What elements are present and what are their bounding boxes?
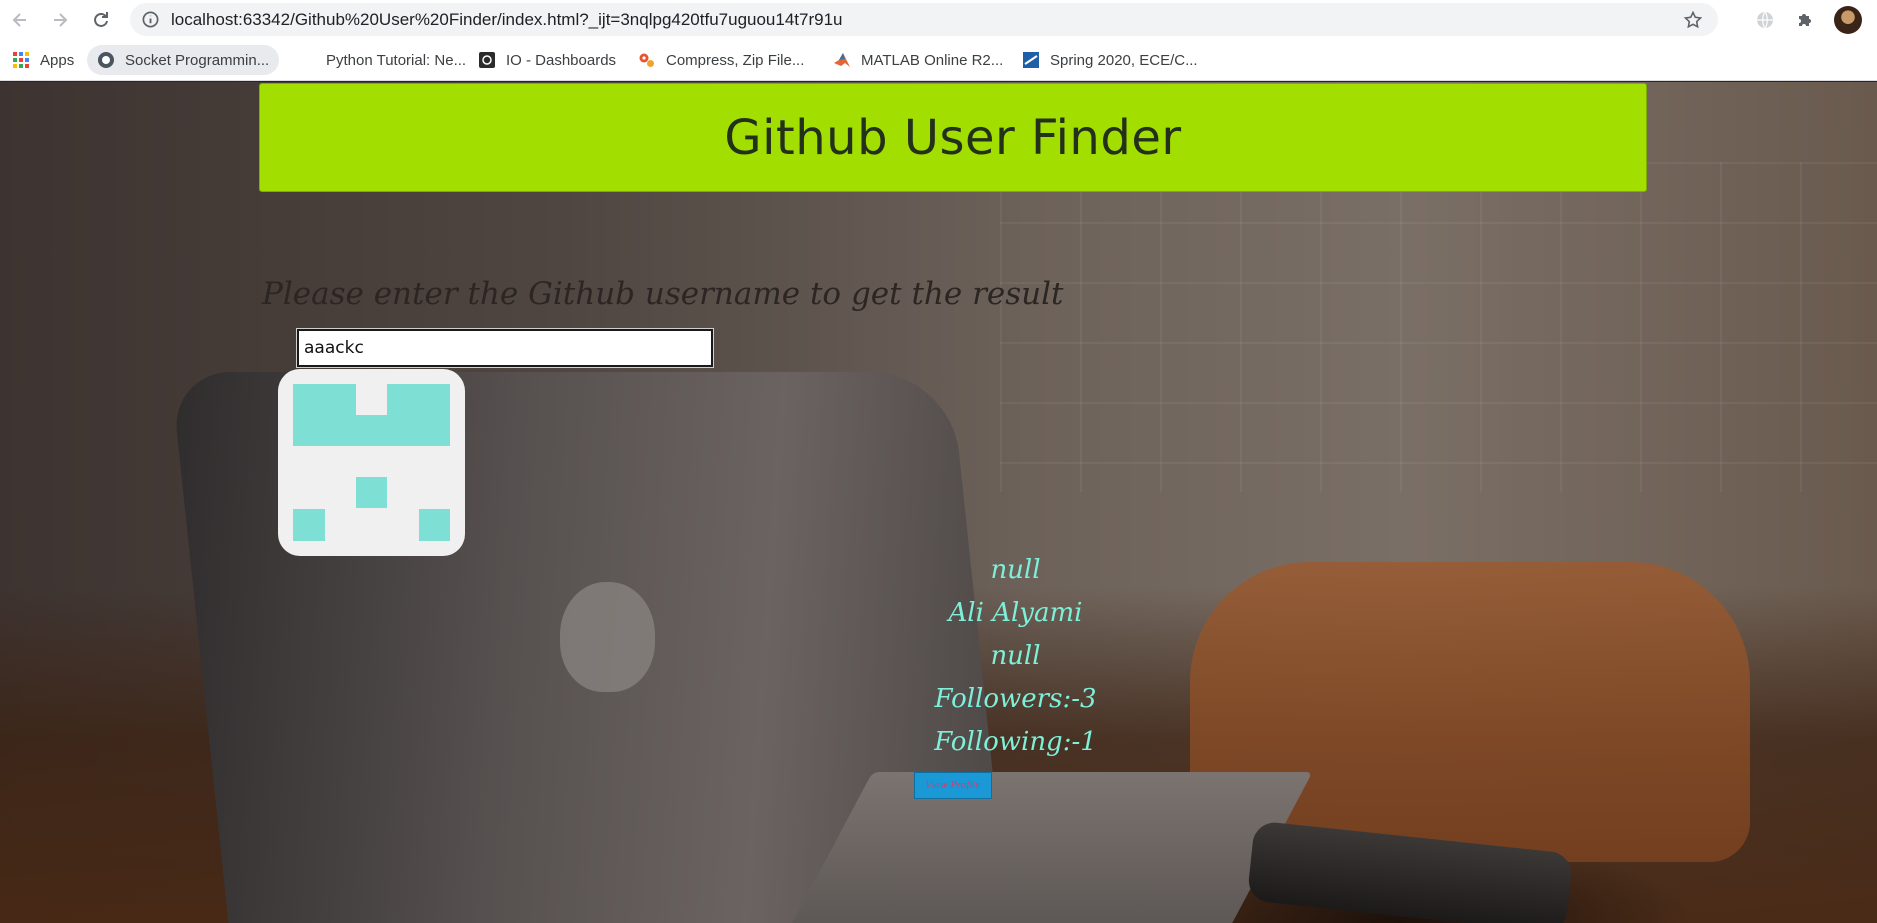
browser-toolbar: localhost:63342/Github%20User%20Finder/i…	[0, 0, 1877, 40]
avatar-pixel	[293, 384, 356, 415]
bookmark-matlab-online[interactable]: MATLAB Online R2...	[823, 45, 1013, 75]
user-name-text: Ali Alyami	[948, 598, 1083, 628]
bookmark-label: IO - Dashboards	[506, 51, 617, 69]
bookmark-io-dashboards[interactable]: IO - Dashboards	[468, 45, 626, 75]
socket-site-icon	[98, 52, 114, 68]
avatar-pixel	[293, 415, 450, 446]
username-search-input[interactable]	[296, 328, 714, 368]
user-name: Ali Alyami	[0, 598, 1877, 628]
puzzle-piece-icon	[1799, 14, 1811, 26]
bookmark-label: Compress, Zip File...	[666, 51, 805, 69]
avatar-pixel	[293, 509, 325, 541]
search-prompt: Please enter the Github username to get …	[262, 276, 1064, 312]
bookmark-label: Python Tutorial: Ne...	[326, 51, 467, 69]
user-avatar	[278, 369, 465, 556]
page-title: Github User Finder	[724, 109, 1182, 166]
forward-arrow-icon	[54, 13, 68, 27]
blank-page-icon	[298, 51, 316, 69]
avatar-pixel	[419, 509, 450, 541]
url-text[interactable]: localhost:63342/Github%20User%20Finder/i…	[171, 10, 843, 30]
background-wall-tiles	[1000, 162, 1877, 492]
reload-button[interactable]	[87, 6, 115, 34]
followers-count-text: Followers:-3	[934, 684, 1097, 714]
bookmark-compress-zip[interactable]: Compress, Zip File...	[628, 45, 814, 75]
compress-gears-icon	[639, 53, 654, 67]
bookmark-star-icon[interactable]	[1683, 10, 1703, 30]
bookmark-label: Socket Programmin...	[125, 51, 270, 69]
extensions-menu-button[interactable]	[1792, 7, 1818, 33]
address-bar[interactable]: localhost:63342/Github%20User%20Finder/i…	[130, 3, 1718, 36]
bookmark-label: Apps	[40, 51, 75, 69]
view-profile-button[interactable]: View Profile	[914, 772, 992, 799]
user-company-text: null	[990, 555, 1041, 585]
matlab-icon	[834, 53, 850, 67]
page-viewport: Github User Finder Please enter the Gith…	[0, 82, 1877, 923]
bookmark-spring-2020[interactable]: Spring 2020, ECE/C...	[1012, 45, 1208, 75]
bookmark-label: MATLAB Online R2...	[861, 51, 1004, 69]
io-dashboard-icon	[479, 52, 495, 68]
apps-grid-icon	[13, 52, 29, 68]
info-icon[interactable]	[141, 10, 160, 29]
extension-button[interactable]	[1752, 7, 1778, 33]
followers-count: Followers:-3	[0, 684, 1877, 714]
bookmarks-bar: Apps Socket Programmin... Python Tutoria…	[0, 40, 1877, 81]
bookmark-label: Spring 2020, ECE/C...	[1050, 51, 1198, 69]
forward-button[interactable]	[46, 6, 74, 34]
header-banner: Github User Finder	[259, 83, 1647, 192]
user-location: null	[0, 641, 1877, 671]
following-count-text: Following:-1	[934, 727, 1097, 757]
avatar-pixel	[356, 477, 387, 508]
bookmark-apps[interactable]: Apps	[2, 45, 84, 75]
extension-globe-icon	[1757, 11, 1773, 29]
back-button[interactable]	[6, 6, 34, 34]
avatar-pixel	[387, 384, 450, 415]
reload-icon	[94, 12, 108, 27]
profile-avatar[interactable]	[1834, 6, 1862, 34]
bookmark-python-tutorial[interactable]: Python Tutorial: Ne...	[288, 45, 476, 75]
course-site-icon	[1023, 52, 1039, 68]
user-location-text: null	[990, 641, 1041, 671]
back-arrow-icon	[12, 13, 26, 27]
bookmark-socket-programming[interactable]: Socket Programmin...	[87, 45, 280, 75]
following-count: Following:-1	[0, 727, 1877, 757]
user-company: null	[0, 555, 1877, 585]
background-laptop-keyboard	[787, 772, 1313, 923]
